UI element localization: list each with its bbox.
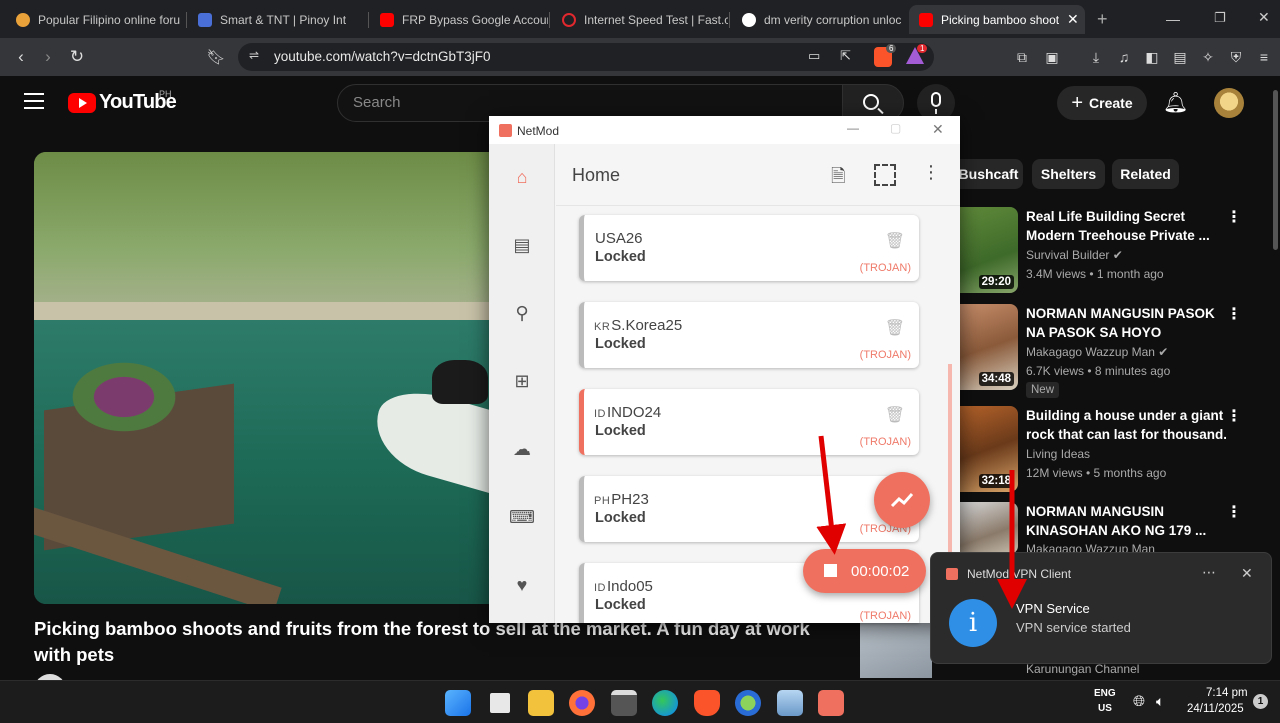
input-region[interactable]: US: [1098, 703, 1112, 714]
network-app-icon[interactable]: [735, 690, 761, 716]
clock-date[interactable]: 24/11/2025: [1187, 703, 1244, 715]
volume-icon[interactable]: 🔈︎: [1156, 693, 1164, 710]
start-icon[interactable]: [445, 690, 471, 716]
arrow-to-timer: [816, 435, 847, 555]
clapper-app-icon[interactable]: [611, 690, 637, 716]
photos-icon[interactable]: [777, 690, 803, 716]
annotation-arrows: [816, 435, 1135, 716]
task-view-icon[interactable]: [487, 690, 513, 716]
windows-taskbar: ENG US 🌐︎ 🔈︎ 7:14 pm 24/11/2025 1: [0, 680, 1280, 723]
notification-count-badge[interactable]: 1: [1253, 694, 1268, 709]
network-globe-icon[interactable]: 🌐︎: [1133, 693, 1145, 710]
input-language[interactable]: ENG: [1094, 688, 1116, 699]
edge-icon[interactable]: [652, 690, 678, 716]
file-explorer-icon[interactable]: [528, 690, 554, 716]
brave-icon[interactable]: [694, 690, 720, 716]
clock-time[interactable]: 7:14 pm: [1206, 687, 1248, 699]
firefox-icon[interactable]: [569, 690, 595, 716]
netmod-taskbar-icon[interactable]: [818, 690, 844, 716]
